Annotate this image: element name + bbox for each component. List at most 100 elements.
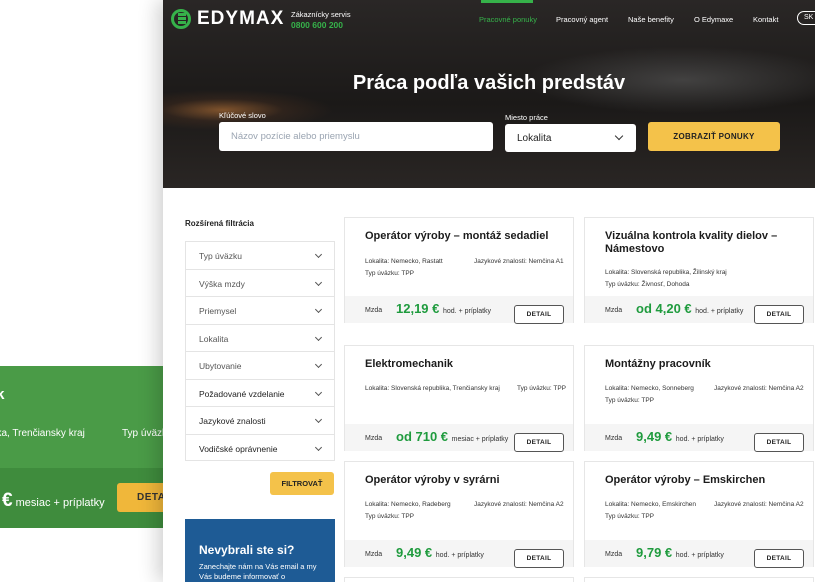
- background-card-unit: mesiac + príplatky: [15, 497, 105, 509]
- job-title[interactable]: Montážny pracovník: [605, 358, 810, 371]
- nav-item-job-offers[interactable]: Pracovné ponuky: [479, 15, 537, 24]
- salary-amount: 9,49 € hod. + príplatky: [396, 545, 484, 560]
- filter-item-label: Priemysel: [199, 306, 237, 316]
- job-salary-bar: Mzda od 710 € mesiac + príplatky DETAIL: [345, 424, 573, 452]
- salary-amount: od 4,20 € hod. + príplatky: [636, 301, 743, 316]
- location-select[interactable]: Lokalita: [505, 124, 636, 152]
- hero-banner: EDYMAX Zákaznícky servis 0800 600 200 Pr…: [163, 0, 815, 188]
- filter-item-industry[interactable]: Priemysel: [186, 297, 334, 325]
- filter-item-salary[interactable]: Výška mzdy: [186, 270, 334, 297]
- filter-button[interactable]: FILTROVAŤ: [270, 472, 334, 495]
- job-type: Typ úväzku: TPP: [365, 270, 415, 277]
- background-card-title: ik: [0, 386, 5, 403]
- filter-list: Typ úväzku Výška mzdy Priemysel Lokalita…: [185, 241, 335, 461]
- salary-label: Mzda: [605, 551, 623, 558]
- job-language: Jazykové znalosti: Nemčina A2: [714, 385, 804, 392]
- language-switcher[interactable]: SK: [797, 11, 815, 25]
- salary-label: Mzda: [605, 307, 623, 314]
- job-title[interactable]: Operátor výroby – Emskirchen: [605, 474, 810, 487]
- job-location: Lokalita: Nemecko, Emskirchen: [605, 501, 697, 508]
- salary-amount: 9,79 € hod. + príplatky: [636, 545, 724, 560]
- chevron-down-icon: [314, 388, 323, 396]
- background-card-amount: €: [2, 490, 13, 511]
- detail-button[interactable]: DETAIL: [514, 433, 564, 452]
- service-phone[interactable]: 0800 600 200: [291, 20, 351, 30]
- job-card[interactable]: Operátor výroby v syrárni Lokalita: Neme…: [344, 461, 574, 568]
- detail-button[interactable]: DETAIL: [514, 305, 564, 324]
- job-title[interactable]: Elektromechanik: [365, 358, 570, 371]
- salary-value: od 4,20 €: [636, 301, 692, 316]
- nav-item-contact[interactable]: Kontakt: [753, 15, 778, 24]
- job-card[interactable]: Operátor výroby – montáž sedadiel Lokali…: [344, 217, 574, 324]
- job-location: Lokalita: Nemecko, Sonneberg: [605, 385, 694, 392]
- filter-item-languages[interactable]: Jazykové znalosti: [186, 407, 334, 435]
- page-frame: EDYMAX Zákaznícky servis 0800 600 200 Pr…: [163, 0, 815, 582]
- show-offers-button[interactable]: ZOBRAZIŤ PONUKY: [648, 122, 780, 151]
- job-salary-bar: Mzda od 4,20 € hod. + príplatky DETAIL: [585, 296, 813, 324]
- background-card-location: lika, Trenčiansky kraj: [0, 428, 85, 439]
- detail-button[interactable]: DETAIL: [514, 549, 564, 568]
- chevron-down-icon: [314, 278, 323, 286]
- job-card[interactable]: Vizuálna kontrola kvality dielov – Námes…: [584, 217, 814, 324]
- job-title[interactable]: Vizuálna kontrola kvality dielov – Námes…: [605, 230, 810, 256]
- salary-value: od 710 €: [396, 429, 449, 444]
- promo-heading: Nevybrali ste si?: [199, 543, 295, 557]
- salary-unit: hod. + príplatky: [675, 552, 724, 559]
- location-label: Miesto práce: [505, 113, 548, 122]
- filter-item-accommodation[interactable]: Ubytovanie: [186, 352, 334, 380]
- job-card[interactable]: Operátor výroby – Emskirchen Lokalita: N…: [584, 461, 814, 568]
- newsletter-promo: Nevybrali ste si? Zanechajte nám na Vás …: [185, 519, 335, 582]
- salary-value: 9,79 €: [636, 545, 673, 560]
- salary-amount: 12,19 € hod. + príplatky: [396, 301, 491, 316]
- job-salary-bar: Mzda 9,49 € hod. + príplatky DETAIL: [345, 540, 573, 568]
- nav-item-about[interactable]: O Edymaxe: [694, 15, 733, 24]
- background-job-card: ik lika, Trenčiansky kraj Typ úväzk € me…: [0, 366, 163, 528]
- chevron-down-icon: [314, 333, 323, 341]
- job-card[interactable]: Montážny pracovník Lokalita: Nemecko, So…: [584, 345, 814, 452]
- job-card[interactable]: Elektromechanik Lokalita: Slovenská repu…: [344, 345, 574, 452]
- detail-button[interactable]: DETAIL: [754, 549, 804, 568]
- chevron-down-icon: [314, 415, 323, 424]
- job-type: Typ úväzku: Živnosť, Dohoda: [605, 281, 690, 288]
- job-salary-bar: Mzda 9,79 € hod. + príplatky DETAIL: [585, 540, 813, 568]
- hero-title: Práca podľa vašich predstáv: [352, 72, 626, 94]
- background-card-detail-button: DETA: [117, 483, 163, 512]
- job-title[interactable]: Operátor výroby – montáž sedadiel: [365, 230, 570, 243]
- job-language: Jazykové znalosti: Nemčina A2: [714, 501, 804, 508]
- job-location: Lokalita: Nemecko, Rastatt: [365, 258, 443, 265]
- filter-item-label: Výška mzdy: [199, 278, 245, 289]
- filter-item-contract-type[interactable]: Typ úväzku: [186, 242, 334, 270]
- nav-item-benefits[interactable]: Naše benefity: [628, 15, 674, 24]
- job-language: Jazykové znalosti: Nemčina A2: [474, 501, 564, 508]
- filter-item-driving-license[interactable]: Vodičské oprávnenie: [186, 435, 334, 463]
- service-label: Zákaznícky servis: [291, 10, 351, 19]
- job-type: Typ úväzku: TPP: [365, 513, 415, 520]
- filter-item-education[interactable]: Požadované vzdelanie: [186, 380, 334, 407]
- detail-button[interactable]: DETAIL: [754, 305, 804, 324]
- salary-label: Mzda: [365, 551, 383, 558]
- job-location: Lokalita: Nemecko, Radeberg: [365, 501, 451, 508]
- logo[interactable]: EDYMAX: [171, 8, 284, 30]
- nav-item-job-agent[interactable]: Pracovný agent: [556, 15, 608, 24]
- salary-value: 12,19 €: [396, 301, 440, 316]
- filter-item-label: Lokalita: [199, 333, 229, 344]
- chevron-down-icon: [614, 131, 624, 141]
- job-location: Lokalita: Slovenská republika, Trenčians…: [365, 385, 500, 392]
- filter-item-location[interactable]: Lokalita: [186, 325, 334, 352]
- background-card-salary: € mesiac + príplatky: [2, 490, 105, 512]
- keyword-search-input[interactable]: [219, 122, 493, 151]
- job-card-partial: [584, 577, 814, 582]
- job-salary-bar: Mzda 9,49 € hod. + príplatky DETAIL: [585, 424, 813, 452]
- salary-unit: mesiac + príplatky: [451, 436, 509, 443]
- background-card-type: Typ úväzk: [122, 428, 163, 439]
- nav-active-indicator: [481, 0, 533, 3]
- detail-button[interactable]: DETAIL: [754, 433, 804, 452]
- job-type: Typ úväzku: TPP: [605, 397, 655, 404]
- filter-item-label: Požadované vzdelanie: [199, 388, 285, 399]
- filter-item-label: Typ úväzku: [199, 251, 242, 261]
- job-title[interactable]: Operátor výroby v syrárni: [365, 474, 570, 487]
- promo-text: Zanechajte nám na Vás email a my Vás bud…: [199, 562, 317, 581]
- job-language: Jazykové znalosti: Nemčina A1: [474, 258, 564, 265]
- salary-unit: hod. + príplatky: [675, 436, 724, 443]
- chevron-down-icon: [314, 250, 323, 259]
